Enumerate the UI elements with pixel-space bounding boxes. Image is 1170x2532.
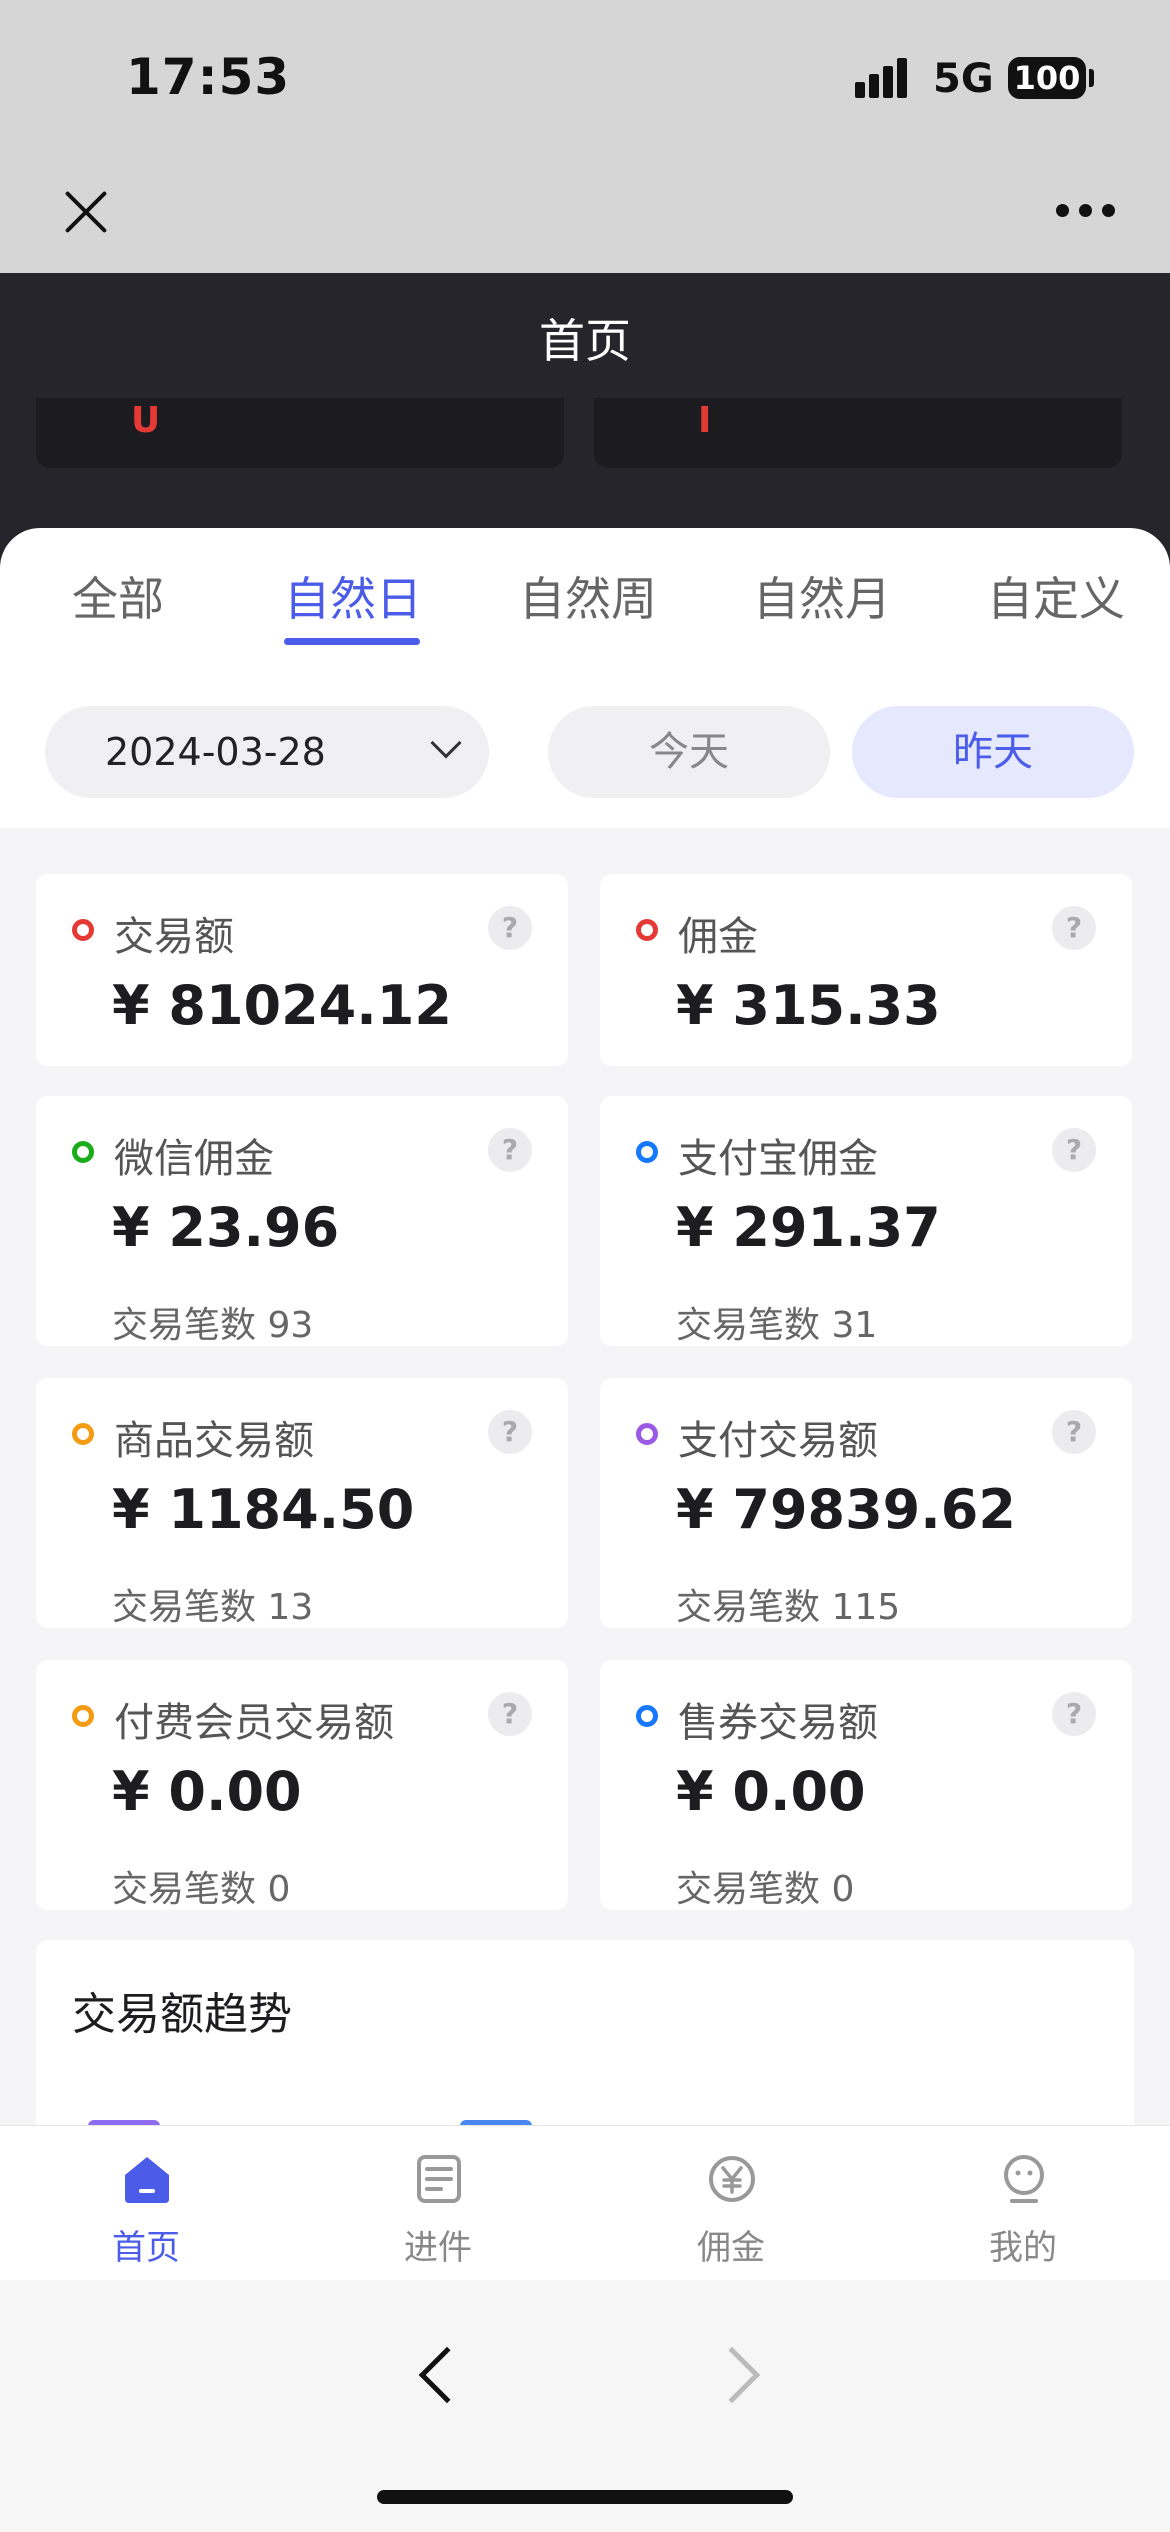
- tabbar-item-onboarding[interactable]: 进件: [292, 2126, 584, 2281]
- metric-card-payment-amount[interactable]: 支付交易额 ? ¥ 79839.62 交易笔数 115: [600, 1378, 1132, 1628]
- tab-natural-month[interactable]: 自然月: [753, 563, 891, 629]
- help-icon[interactable]: ?: [488, 1692, 532, 1736]
- status-dot: [72, 1141, 94, 1163]
- help-icon[interactable]: ?: [1052, 906, 1096, 950]
- metric-card-wechat-commission[interactable]: 微信佣金 ? ¥ 23.96 交易笔数 93: [36, 1096, 568, 1346]
- metric-count: 交易笔数 31: [676, 1305, 878, 1346]
- metric-count: 交易笔数 0: [112, 1869, 291, 1910]
- document-icon: [417, 2155, 461, 2203]
- metric-value: ¥ 1184.50: [112, 1478, 415, 1541]
- profile-face-icon: [1004, 2155, 1044, 2203]
- battery-nub: [1089, 69, 1094, 87]
- help-icon[interactable]: ?: [1052, 1410, 1096, 1454]
- status-dot: [636, 1141, 658, 1163]
- header-card-mark: I: [698, 400, 712, 441]
- status-dot: [636, 1423, 658, 1445]
- metric-value: ¥ 79839.62: [676, 1478, 1016, 1541]
- metric-value: ¥ 23.96: [112, 1196, 340, 1259]
- metric-card-transaction-amount[interactable]: 交易额 ? ¥ 81024.12: [36, 874, 568, 1066]
- metric-count: 交易笔数 93: [112, 1305, 314, 1346]
- webview-nav-bar: [0, 150, 1170, 273]
- metric-card-goods-amount[interactable]: 商品交易额 ? ¥ 1184.50 交易笔数 13: [36, 1378, 568, 1628]
- status-time: 17:53: [126, 48, 291, 106]
- metric-value: ¥ 315.33: [676, 974, 941, 1037]
- page-title: 首页: [539, 314, 631, 368]
- metric-count: 交易笔数 13: [112, 1587, 314, 1628]
- metric-value: ¥ 0.00: [112, 1760, 302, 1823]
- header-card-mark: U: [131, 400, 161, 441]
- help-icon[interactable]: ?: [488, 906, 532, 950]
- trend-card: 交易额趋势: [36, 1940, 1134, 2140]
- back-arrow-icon[interactable]: [418, 2346, 476, 2404]
- metric-count: 交易笔数 0: [676, 1869, 855, 1910]
- help-icon[interactable]: ?: [488, 1128, 532, 1172]
- header-card-right: I: [594, 398, 1122, 468]
- tab-natural-day[interactable]: 自然日: [284, 563, 422, 629]
- home-indicator: [377, 2490, 793, 2504]
- metric-value: ¥ 81024.12: [112, 974, 452, 1037]
- chevron-down-icon: [430, 727, 462, 759]
- metric-card-coupon-amount[interactable]: 售券交易额 ? ¥ 0.00 交易笔数 0: [600, 1660, 1132, 1910]
- metric-value: ¥ 0.00: [676, 1760, 866, 1823]
- network-label: 5G: [933, 56, 994, 102]
- metric-label: 付费会员交易额: [114, 1700, 394, 1746]
- today-button[interactable]: 今天: [548, 706, 830, 798]
- header-card-left: U: [36, 398, 564, 468]
- metric-label: 支付宝佣金: [678, 1136, 878, 1182]
- status-dot: [72, 1423, 94, 1445]
- selected-date: 2024-03-28: [105, 730, 326, 774]
- status-dot: [72, 1705, 94, 1727]
- tabbar-label: 佣金: [697, 2228, 765, 2268]
- metric-label: 佣金: [678, 914, 758, 960]
- metric-card-alipay-commission[interactable]: 支付宝佣金 ? ¥ 291.37 交易笔数 31: [600, 1096, 1132, 1346]
- tab-natural-week[interactable]: 自然周: [519, 563, 657, 629]
- bottom-tab-bar: 首页 进件 佣金 我的: [0, 2125, 1170, 2280]
- status-dot: [636, 1705, 658, 1727]
- metric-value: ¥ 291.37: [676, 1196, 941, 1259]
- signal-icon: [855, 58, 917, 98]
- app-screen: 17:53 5G 100 首页 U I 全部 自然日 自然周 自然月 自定义 2…: [0, 0, 1170, 2532]
- metric-label: 交易额: [114, 914, 234, 960]
- battery-icon: 100: [1008, 57, 1086, 99]
- metric-label: 商品交易额: [114, 1418, 314, 1464]
- metric-card-membership-amount[interactable]: 付费会员交易额 ? ¥ 0.00 交易笔数 0: [36, 1660, 568, 1910]
- trend-title: 交易额趋势: [72, 1989, 292, 2040]
- tabbar-item-mine[interactable]: 我的: [877, 2126, 1169, 2281]
- close-icon[interactable]: [54, 180, 118, 244]
- metric-label: 售券交易额: [678, 1700, 878, 1746]
- tabbar-label: 我的: [989, 2228, 1057, 2268]
- tabbar-item-home[interactable]: 首页: [0, 2126, 292, 2281]
- home-icon: [125, 2157, 169, 2203]
- metric-count: 交易笔数 115: [676, 1587, 901, 1628]
- status-bar: 17:53 5G 100: [0, 0, 1170, 150]
- tabbar-label: 首页: [112, 2228, 180, 2268]
- forward-arrow-icon[interactable]: [703, 2346, 761, 2404]
- help-icon[interactable]: ?: [1052, 1692, 1096, 1736]
- more-icon[interactable]: [1056, 204, 1116, 218]
- tabbar-item-commission[interactable]: 佣金: [585, 2126, 877, 2281]
- status-dot: [636, 919, 658, 941]
- yen-coin-icon: [709, 2156, 755, 2202]
- metric-label: 支付交易额: [678, 1418, 878, 1464]
- metric-label: 微信佣金: [114, 1136, 274, 1182]
- date-selector[interactable]: 2024-03-28: [45, 706, 489, 798]
- tab-all[interactable]: 全部: [72, 563, 164, 629]
- help-icon[interactable]: ?: [1052, 1128, 1096, 1172]
- help-icon[interactable]: ?: [488, 1410, 532, 1454]
- active-tab-indicator: [284, 638, 420, 645]
- metric-card-commission[interactable]: 佣金 ? ¥ 315.33: [600, 874, 1132, 1066]
- yesterday-button[interactable]: 昨天: [852, 706, 1134, 798]
- filter-panel: 全部 自然日 自然周 自然月 自定义 2024-03-28 今天 昨天: [0, 528, 1170, 828]
- tabbar-label: 进件: [404, 2228, 472, 2268]
- status-dot: [72, 919, 94, 941]
- tab-custom[interactable]: 自定义: [987, 563, 1125, 629]
